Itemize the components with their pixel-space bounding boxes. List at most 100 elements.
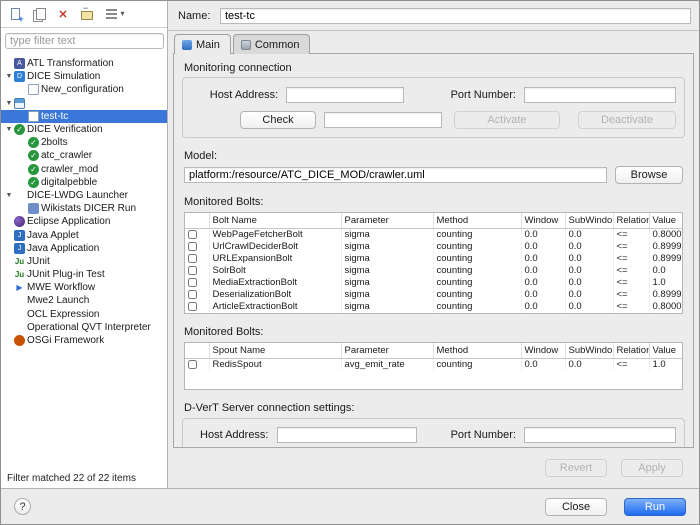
tree-item-dice-lwdg-launcher[interactable]: DICE-LWDG Launcher xyxy=(1,189,167,202)
table-row[interactable]: MediaExtractionBolt sigma counting 0.0 0… xyxy=(185,277,682,289)
close-button[interactable]: Close xyxy=(545,498,607,516)
table-row[interactable]: ArticleExtractionBolt sigma counting 0.0… xyxy=(185,301,682,313)
filter-configurations-button[interactable] xyxy=(100,4,122,25)
browse-button[interactable]: Browse xyxy=(615,166,683,184)
expand-arrow[interactable] xyxy=(4,100,14,107)
dvert-port-input[interactable] xyxy=(524,427,676,443)
tree-item-new-configuration[interactable]: New_configuration xyxy=(1,83,167,96)
tree-item-launch-group[interactable] xyxy=(1,97,167,110)
mwe-workflow-icon xyxy=(14,282,25,293)
tree-item-mwe-workflow[interactable]: MWE Workflow xyxy=(1,281,167,294)
column-header[interactable]: Window xyxy=(521,213,565,229)
column-header[interactable]: Parameter xyxy=(341,343,433,359)
duplicate-configuration-button[interactable] xyxy=(28,4,50,25)
tab-common[interactable]: Common xyxy=(233,34,311,54)
model-path-input[interactable] xyxy=(184,167,607,183)
tree-item-label: Operational QVT Interpreter xyxy=(27,322,151,333)
revert-button[interactable]: Revert xyxy=(545,459,607,477)
collapse-all-button[interactable] xyxy=(76,4,98,25)
model-label: Model: xyxy=(184,150,685,162)
tree-item-test-tc[interactable]: test-tc xyxy=(1,110,167,123)
cell-value: 0.8999... xyxy=(649,241,682,253)
host-address-label: Host Address: xyxy=(191,89,286,101)
tree-item-mwe2-launch[interactable]: Mwe2 Launch xyxy=(1,294,167,307)
tree-item-label: Wikistats DICER Run xyxy=(41,203,136,214)
name-input[interactable] xyxy=(220,8,691,24)
dvert-host-input[interactable] xyxy=(277,427,417,443)
expand-arrow[interactable] xyxy=(4,192,14,199)
row-checkbox[interactable] xyxy=(188,290,197,299)
table-row[interactable]: RedisSpout avg_emit_rate counting 0.0 0.… xyxy=(185,358,682,370)
column-header[interactable]: Value xyxy=(649,343,682,359)
cell-bolt-name: UrlCrawlDeciderBolt xyxy=(209,241,341,253)
table-row[interactable]: URLExpansionBolt sigma counting 0.0 0.0 … xyxy=(185,253,682,265)
tree-item-dice-simulation[interactable]: DICE Simulation xyxy=(1,70,167,83)
tree-item-java-application[interactable]: Java Application xyxy=(1,242,167,255)
column-header[interactable]: SubWindo xyxy=(565,213,613,229)
tree-item-label: JUnit xyxy=(27,256,50,267)
tree-item-atc-crawler[interactable]: atc_crawler xyxy=(1,149,167,162)
column-header[interactable]: Relation xyxy=(613,213,649,229)
verification-check-icon xyxy=(28,177,39,188)
row-checkbox[interactable] xyxy=(188,278,197,287)
cell-parameter: sigma xyxy=(341,253,433,265)
model-row: Browse xyxy=(184,166,683,184)
check-button[interactable]: Check xyxy=(240,111,316,129)
row-checkbox[interactable] xyxy=(188,242,197,251)
deactivate-button[interactable]: Deactivate xyxy=(578,111,676,129)
tree-item-junit-plugin-test[interactable]: JUnit Plug-in Test xyxy=(1,268,167,281)
expand-arrow[interactable] xyxy=(4,126,14,133)
cell-subwindow: 0.0 xyxy=(565,358,613,370)
row-checkbox[interactable] xyxy=(188,254,197,263)
monitoring-host-input[interactable] xyxy=(286,87,404,103)
run-button[interactable]: Run xyxy=(624,498,686,516)
tree-item-crawler-mod[interactable]: crawler_mod xyxy=(1,163,167,176)
tree-item-ocl-expression[interactable]: OCL Expression xyxy=(1,308,167,321)
tree-item-label: New_configuration xyxy=(41,84,124,95)
row-checkbox[interactable] xyxy=(188,230,197,239)
column-header[interactable]: Spout Name xyxy=(209,343,341,359)
column-header[interactable]: Value xyxy=(649,213,682,229)
row-checkbox[interactable] xyxy=(188,360,197,369)
check-result-input[interactable] xyxy=(324,112,442,128)
tree-item-label: test-tc xyxy=(41,111,68,122)
expand-arrow[interactable] xyxy=(4,73,14,80)
column-header[interactable]: Window xyxy=(521,343,565,359)
new-configuration-button[interactable] xyxy=(4,4,26,25)
tree-item-2bolts[interactable]: 2bolts xyxy=(1,136,167,149)
table-row[interactable]: WebPageFetcherBolt sigma counting 0.0 0.… xyxy=(185,229,682,241)
tree-item-operational-qvt-interpreter[interactable]: Operational QVT Interpreter xyxy=(1,321,167,334)
cell-parameter: avg_emit_rate xyxy=(341,358,433,370)
monitoring-port-input[interactable] xyxy=(524,87,676,103)
cell-window: 0.0 xyxy=(521,277,565,289)
tab-main[interactable]: Main xyxy=(174,34,231,54)
column-header[interactable]: Bolt Name xyxy=(209,213,341,229)
tree-item-java-applet[interactable]: Java Applet xyxy=(1,228,167,241)
row-checkbox[interactable] xyxy=(188,302,197,311)
name-label: Name: xyxy=(178,10,220,22)
activate-button[interactable]: Activate xyxy=(454,111,560,129)
table-row[interactable]: UrlCrawlDeciderBolt sigma counting 0.0 0… xyxy=(185,241,682,253)
tree-item-osgi-framework[interactable]: OSGi Framework xyxy=(1,334,167,347)
apply-button[interactable]: Apply xyxy=(621,459,683,477)
help-button[interactable]: ? xyxy=(14,498,31,515)
tree-item-atl-transformation[interactable]: ATL Transformation xyxy=(1,57,167,70)
tree-item-eclipse-application[interactable]: Eclipse Application xyxy=(1,215,167,228)
column-header[interactable]: Parameter xyxy=(341,213,433,229)
row-checkbox[interactable] xyxy=(188,266,197,275)
column-header[interactable]: SubWindo xyxy=(565,343,613,359)
tree-item-wikistats-dicer-run[interactable]: Wikistats DICER Run xyxy=(1,202,167,215)
tree-item-label: Mwe2 Launch xyxy=(27,295,89,306)
tree-item-label: Eclipse Application xyxy=(27,216,110,227)
tree-item-digitalpebble[interactable]: digitalpebble xyxy=(1,176,167,189)
delete-configuration-button[interactable] xyxy=(52,4,74,25)
dvert-settings-title: D-VerT Server connection settings: xyxy=(184,402,685,414)
column-header[interactable]: Relation xyxy=(613,343,649,359)
column-header[interactable]: Method xyxy=(433,213,521,229)
table-row[interactable]: DeserializationBolt sigma counting 0.0 0… xyxy=(185,289,682,301)
filter-input[interactable] xyxy=(5,33,164,49)
tree-item-dice-verification[interactable]: DICE Verification xyxy=(1,123,167,136)
column-header[interactable]: Method xyxy=(433,343,521,359)
tree-item-junit[interactable]: JUnit xyxy=(1,255,167,268)
table-row[interactable]: SolrBolt sigma counting 0.0 0.0 <= 0.0 xyxy=(185,265,682,277)
